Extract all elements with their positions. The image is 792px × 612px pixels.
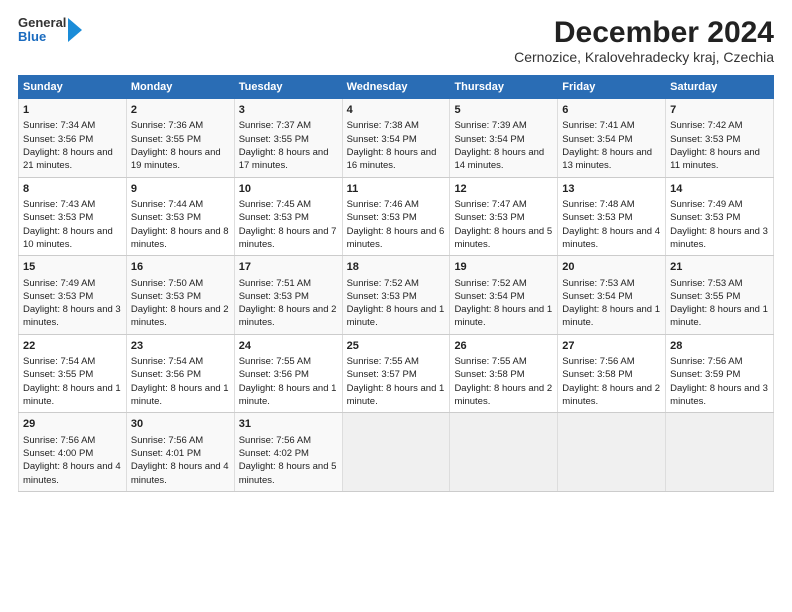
calendar-day-cell: 4Sunrise: 7:38 AMSunset: 3:54 PMDaylight…: [342, 99, 450, 178]
calendar-header-row: Sunday Monday Tuesday Wednesday Thursday…: [19, 76, 774, 99]
calendar-day-cell: 25Sunrise: 7:55 AMSunset: 3:57 PMDayligh…: [342, 334, 450, 413]
col-monday: Monday: [126, 76, 234, 99]
calendar-day-cell: 12Sunrise: 7:47 AMSunset: 3:53 PMDayligh…: [450, 177, 558, 256]
day-number: 3: [239, 103, 338, 118]
page: General Blue December 2024 Cernozice, Kr…: [0, 0, 792, 502]
calendar-day-cell: [558, 413, 666, 492]
logo-blue: Blue: [18, 30, 66, 44]
calendar-day-cell: 31Sunrise: 7:56 AMSunset: 4:02 PMDayligh…: [234, 413, 342, 492]
calendar-day-cell: 7Sunrise: 7:42 AMSunset: 3:53 PMDaylight…: [666, 99, 774, 178]
calendar-day-cell: 19Sunrise: 7:52 AMSunset: 3:54 PMDayligh…: [450, 256, 558, 335]
day-number: 17: [239, 260, 338, 275]
calendar-day-cell: [666, 413, 774, 492]
col-saturday: Saturday: [666, 76, 774, 99]
day-number: 20: [562, 260, 661, 275]
calendar-day-cell: 22Sunrise: 7:54 AMSunset: 3:55 PMDayligh…: [19, 334, 127, 413]
day-number: 1: [23, 103, 122, 118]
calendar-day-cell: 28Sunrise: 7:56 AMSunset: 3:59 PMDayligh…: [666, 334, 774, 413]
day-number: 24: [239, 339, 338, 354]
day-number: 12: [454, 182, 553, 197]
day-number: 14: [670, 182, 769, 197]
calendar-day-cell: 2Sunrise: 7:36 AMSunset: 3:55 PMDaylight…: [126, 99, 234, 178]
day-number: 6: [562, 103, 661, 118]
calendar-day-cell: 16Sunrise: 7:50 AMSunset: 3:53 PMDayligh…: [126, 256, 234, 335]
calendar-day-cell: 24Sunrise: 7:55 AMSunset: 3:56 PMDayligh…: [234, 334, 342, 413]
calendar-day-cell: 23Sunrise: 7:54 AMSunset: 3:56 PMDayligh…: [126, 334, 234, 413]
header: General Blue December 2024 Cernozice, Kr…: [18, 16, 774, 65]
day-number: 10: [239, 182, 338, 197]
day-number: 9: [131, 182, 230, 197]
calendar-day-cell: [342, 413, 450, 492]
col-wednesday: Wednesday: [342, 76, 450, 99]
day-number: 31: [239, 417, 338, 432]
day-number: 21: [670, 260, 769, 275]
calendar-day-cell: 8Sunrise: 7:43 AMSunset: 3:53 PMDaylight…: [19, 177, 127, 256]
calendar-day-cell: 29Sunrise: 7:56 AMSunset: 4:00 PMDayligh…: [19, 413, 127, 492]
calendar-day-cell: 9Sunrise: 7:44 AMSunset: 3:53 PMDaylight…: [126, 177, 234, 256]
calendar-week-row: 8Sunrise: 7:43 AMSunset: 3:53 PMDaylight…: [19, 177, 774, 256]
calendar-day-cell: 21Sunrise: 7:53 AMSunset: 3:55 PMDayligh…: [666, 256, 774, 335]
page-title: December 2024: [514, 16, 774, 49]
day-number: 15: [23, 260, 122, 275]
day-number: 23: [131, 339, 230, 354]
calendar-day-cell: 14Sunrise: 7:49 AMSunset: 3:53 PMDayligh…: [666, 177, 774, 256]
calendar-day-cell: [450, 413, 558, 492]
calendar-table: Sunday Monday Tuesday Wednesday Thursday…: [18, 75, 774, 492]
calendar-day-cell: 6Sunrise: 7:41 AMSunset: 3:54 PMDaylight…: [558, 99, 666, 178]
col-friday: Friday: [558, 76, 666, 99]
day-number: 19: [454, 260, 553, 275]
day-number: 5: [454, 103, 553, 118]
day-number: 2: [131, 103, 230, 118]
logo-icon: [68, 18, 88, 42]
day-number: 16: [131, 260, 230, 275]
day-number: 11: [347, 182, 446, 197]
calendar-day-cell: 10Sunrise: 7:45 AMSunset: 3:53 PMDayligh…: [234, 177, 342, 256]
calendar-day-cell: 1Sunrise: 7:34 AMSunset: 3:56 PMDaylight…: [19, 99, 127, 178]
day-number: 25: [347, 339, 446, 354]
calendar-day-cell: 13Sunrise: 7:48 AMSunset: 3:53 PMDayligh…: [558, 177, 666, 256]
calendar-day-cell: 11Sunrise: 7:46 AMSunset: 3:53 PMDayligh…: [342, 177, 450, 256]
day-number: 22: [23, 339, 122, 354]
day-number: 4: [347, 103, 446, 118]
page-subtitle: Cernozice, Kralovehradecky kraj, Czechia: [514, 49, 774, 65]
col-tuesday: Tuesday: [234, 76, 342, 99]
day-number: 29: [23, 417, 122, 432]
logo: General Blue: [18, 16, 88, 45]
logo-text: General Blue: [18, 16, 66, 45]
calendar-week-row: 1Sunrise: 7:34 AMSunset: 3:56 PMDaylight…: [19, 99, 774, 178]
title-block: December 2024 Cernozice, Kralovehradecky…: [514, 16, 774, 65]
calendar-day-cell: 26Sunrise: 7:55 AMSunset: 3:58 PMDayligh…: [450, 334, 558, 413]
day-number: 13: [562, 182, 661, 197]
calendar-day-cell: 15Sunrise: 7:49 AMSunset: 3:53 PMDayligh…: [19, 256, 127, 335]
day-number: 18: [347, 260, 446, 275]
calendar-day-cell: 18Sunrise: 7:52 AMSunset: 3:53 PMDayligh…: [342, 256, 450, 335]
calendar-week-row: 29Sunrise: 7:56 AMSunset: 4:00 PMDayligh…: [19, 413, 774, 492]
day-number: 28: [670, 339, 769, 354]
day-number: 30: [131, 417, 230, 432]
logo-general: General: [18, 16, 66, 30]
calendar-day-cell: 5Sunrise: 7:39 AMSunset: 3:54 PMDaylight…: [450, 99, 558, 178]
day-number: 26: [454, 339, 553, 354]
col-sunday: Sunday: [19, 76, 127, 99]
calendar-day-cell: 17Sunrise: 7:51 AMSunset: 3:53 PMDayligh…: [234, 256, 342, 335]
day-number: 8: [23, 182, 122, 197]
calendar-week-row: 15Sunrise: 7:49 AMSunset: 3:53 PMDayligh…: [19, 256, 774, 335]
calendar-day-cell: 3Sunrise: 7:37 AMSunset: 3:55 PMDaylight…: [234, 99, 342, 178]
calendar-day-cell: 27Sunrise: 7:56 AMSunset: 3:58 PMDayligh…: [558, 334, 666, 413]
calendar-week-row: 22Sunrise: 7:54 AMSunset: 3:55 PMDayligh…: [19, 334, 774, 413]
day-number: 7: [670, 103, 769, 118]
col-thursday: Thursday: [450, 76, 558, 99]
calendar-day-cell: 20Sunrise: 7:53 AMSunset: 3:54 PMDayligh…: [558, 256, 666, 335]
day-number: 27: [562, 339, 661, 354]
calendar-day-cell: 30Sunrise: 7:56 AMSunset: 4:01 PMDayligh…: [126, 413, 234, 492]
